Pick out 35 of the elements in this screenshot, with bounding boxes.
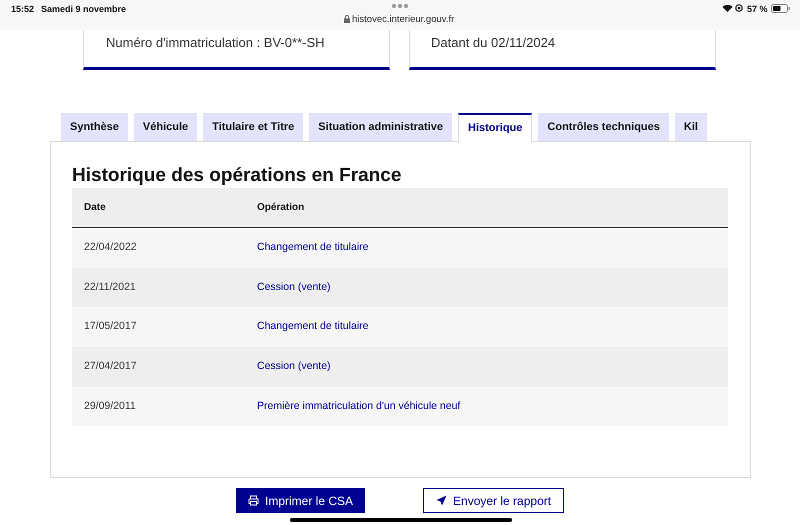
tab[interactable]: Historique bbox=[458, 113, 532, 142]
operation-link[interactable]: Changement de titulaire bbox=[245, 240, 728, 256]
printer-icon bbox=[248, 495, 259, 506]
column-header: Date bbox=[83, 201, 107, 215]
tab[interactable]: Situation administrative bbox=[309, 113, 452, 141]
battery-percentage: 57 % bbox=[747, 3, 768, 16]
tab[interactable]: Titulaire et Titre bbox=[203, 113, 304, 141]
operation-link[interactable]: Cession (vente) bbox=[245, 359, 728, 375]
table-cell-text: 27/04/2017 bbox=[83, 359, 138, 374]
table-cell-text: 22/04/2022 bbox=[83, 240, 138, 255]
operation-link[interactable]: Cession (vente) bbox=[245, 280, 728, 296]
lock-icon bbox=[344, 15, 350, 23]
table-cell-text: 22/11/2021 bbox=[83, 280, 137, 295]
status-time: 15:52 bbox=[11, 3, 34, 16]
print-button[interactable]: Imprimer le CSA bbox=[236, 488, 366, 513]
card-text: Numéro d'immatriculation : BV-0**-SH bbox=[105, 34, 326, 52]
wifi-icon bbox=[722, 4, 733, 12]
more-dots-icon[interactable] bbox=[392, 4, 408, 8]
orientation-lock-icon bbox=[735, 4, 743, 12]
tab[interactable]: Contrôles techniques bbox=[538, 113, 669, 141]
send-button[interactable]: Envoyer le rapport bbox=[423, 488, 564, 513]
send-icon bbox=[436, 495, 448, 506]
table-cell-text: 17/05/2017 bbox=[83, 319, 138, 334]
tab[interactable]: Kil bbox=[674, 113, 707, 141]
tab[interactable]: Véhicule bbox=[134, 113, 198, 141]
tab[interactable]: Synthèse bbox=[61, 113, 128, 141]
card-text: Datant du 02/11/2024 bbox=[430, 34, 556, 52]
url-text[interactable]: histovec.interieur.gouv.fr bbox=[352, 13, 454, 28]
operation-link[interactable]: Première immatriculation d'un véhicule neuf bbox=[245, 398, 728, 414]
table-cell-text: 29/09/2011 bbox=[83, 398, 137, 414]
column-header: Opération bbox=[256, 201, 306, 215]
battery-icon bbox=[771, 4, 790, 13]
status-date: Samedi 9 novembre bbox=[41, 3, 126, 16]
section-title: Historique des opérations en France bbox=[72, 164, 402, 188]
operation-link[interactable]: Changement de titulaire bbox=[245, 319, 728, 336]
